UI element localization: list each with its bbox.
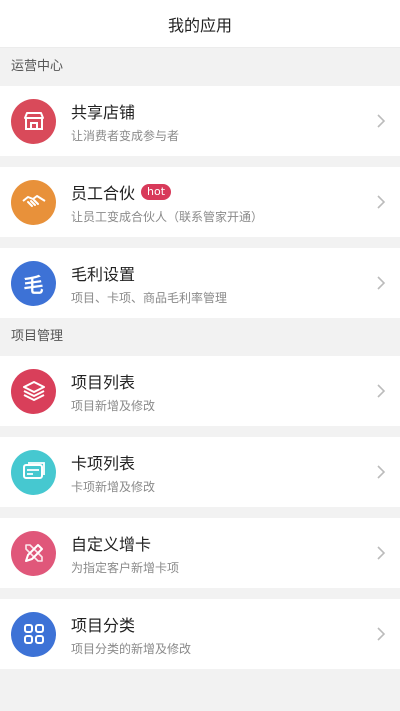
item-subtitle: 卡项新增及修改 [71, 479, 156, 494]
menu-item-custom-add-card[interactable]: 自定义增卡 为指定客户新增卡项 [0, 518, 400, 588]
grid-icon [11, 611, 56, 657]
item-subtitle: 为指定客户新增卡项 [71, 560, 180, 575]
handshake-icon [11, 179, 56, 225]
item-subtitle: 项目、卡项、商品毛利率管理 [71, 290, 228, 305]
card-icon [11, 449, 56, 495]
mao-icon: 毛 [11, 260, 56, 306]
layers-icon [11, 368, 56, 414]
menu-item-employee-partner[interactable]: 员工合伙 hot 让员工变成合伙人（联系管家开通） [0, 167, 400, 237]
item-subtitle: 让员工变成合伙人（联系管家开通） [71, 209, 264, 224]
store-icon [11, 98, 56, 144]
page-title: 我的应用 [167, 15, 232, 35]
chevron-right-icon [377, 465, 386, 479]
chevron-right-icon [377, 546, 386, 560]
item-subtitle: 项目分类的新增及修改 [71, 641, 192, 656]
item-title: 项目列表 [71, 372, 136, 392]
item-title: 员工合伙 [71, 183, 136, 203]
page-header: 我的应用 [0, 0, 400, 48]
item-title: 卡项列表 [71, 453, 136, 473]
pencil-ruler-icon [11, 530, 56, 576]
chevron-right-icon [377, 627, 386, 641]
section-title-project-management: 项目管理 [11, 329, 64, 344]
chevron-right-icon [377, 276, 386, 290]
item-title: 共享店铺 [71, 102, 136, 122]
menu-item-card-list[interactable]: 卡项列表 卡项新增及修改 [0, 437, 400, 507]
menu-item-margin-settings[interactable]: 毛 毛利设置 项目、卡项、商品毛利率管理 [0, 248, 400, 318]
menu-item-shared-store[interactable]: 共享店铺 让消费者变成参与者 [0, 86, 400, 156]
menu-item-project-list[interactable]: 项目列表 项目新增及修改 [0, 356, 400, 426]
hot-badge: hot [141, 183, 172, 200]
item-title: 自定义增卡 [71, 534, 152, 554]
item-subtitle: 让消费者变成参与者 [71, 128, 180, 143]
chevron-right-icon [377, 195, 386, 209]
chevron-right-icon [377, 384, 386, 398]
item-subtitle: 项目新增及修改 [71, 398, 156, 413]
section-title-operations: 运营中心 [11, 59, 64, 74]
menu-item-project-category[interactable]: 项目分类 项目分类的新增及修改 [0, 599, 400, 669]
item-title: 毛利设置 [71, 264, 136, 284]
item-title: 项目分类 [71, 615, 136, 635]
chevron-right-icon [377, 114, 386, 128]
